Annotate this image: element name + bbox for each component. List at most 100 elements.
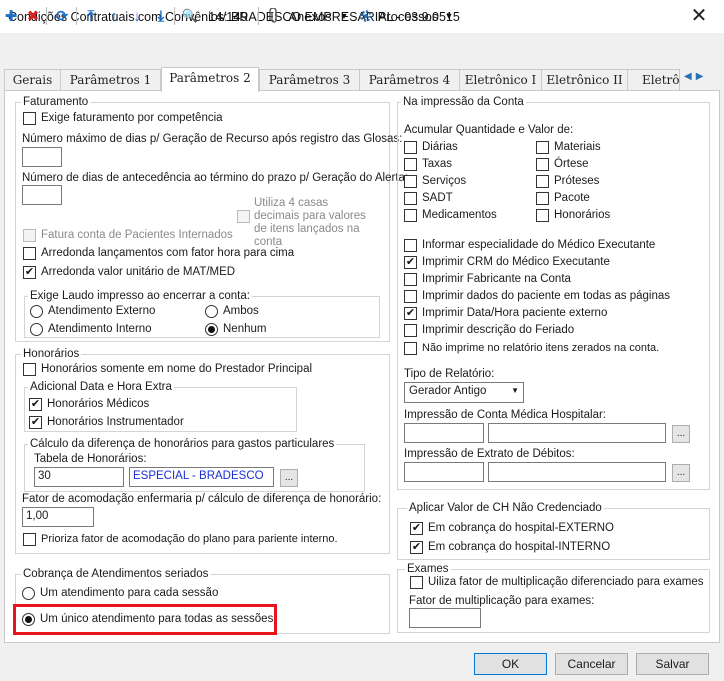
- fabricante-label: Imprimir Fabricante na Conta: [422, 273, 571, 285]
- honorarios-medicos-checkbox[interactable]: ✔: [29, 398, 42, 411]
- exames-fator-checkbox[interactable]: [410, 576, 423, 589]
- medicamentos-label: Medicamentos: [422, 209, 497, 221]
- extrato-code-input[interactable]: [404, 462, 484, 482]
- proteses-checkbox[interactable]: [536, 175, 549, 188]
- fatura-internados-checkbox[interactable]: [23, 229, 36, 242]
- diarias-checkbox[interactable]: [404, 141, 417, 154]
- laudo-nenhum-label: Nenhum: [223, 323, 267, 335]
- competencia-label: Exige faturamento por competência: [41, 112, 223, 124]
- laudo-externo-radio[interactable]: [30, 305, 43, 318]
- fatura-internados-label: Fatura conta de Pacientes Internados: [41, 229, 233, 241]
- laudo-externo-label: Atendimento Externo: [48, 305, 156, 317]
- gear-icon: [358, 4, 374, 28]
- extrato-browse-button[interactable]: ...: [672, 464, 690, 482]
- tab-eletronico-3[interactable]: Eletrôn: [627, 69, 680, 90]
- chevron-down-icon[interactable]: ▼: [443, 4, 455, 28]
- faturamento-title: Faturamento: [21, 96, 91, 108]
- tab-scroll-left-icon[interactable]: ◀: [684, 71, 692, 87]
- ok-button[interactable]: OK: [474, 653, 547, 675]
- next-record-icon[interactable]: ↓: [128, 4, 146, 28]
- laudo-nenhum-radio[interactable]: [205, 323, 218, 336]
- dias-antecedencia-input[interactable]: [22, 185, 62, 205]
- save-button[interactable]: Salvar: [636, 653, 709, 675]
- taxas-checkbox[interactable]: [404, 158, 417, 171]
- honorarios-title: Honorários: [21, 348, 82, 360]
- impressao-title: Na impressão da Conta: [401, 96, 526, 108]
- tipo-relatorio-select[interactable]: Gerador Antigo ▼: [404, 382, 524, 403]
- fator-acomodacao-label: Fator de acomodação enfermaria p/ cálcul…: [22, 493, 382, 505]
- tab-parametros-2[interactable]: Parâmetros 2: [161, 67, 259, 92]
- tabela-nome-input[interactable]: ESPECIAL - BRADESCO: [129, 467, 274, 487]
- delete-icon[interactable]: ✖: [24, 4, 42, 28]
- competencia-checkbox[interactable]: [23, 112, 36, 125]
- tab-parametros-3[interactable]: Parâmetros 3: [259, 69, 360, 90]
- tab-parametros-4[interactable]: Parâmetros 4: [359, 69, 460, 90]
- honorarios-instrumentador-checkbox[interactable]: ✔: [29, 416, 42, 429]
- toolbar-separator: [76, 7, 77, 25]
- toolbar: [0, 33, 724, 65]
- tab-gerais[interactable]: Gerais: [4, 69, 61, 90]
- chevron-down-icon[interactable]: ▼: [338, 4, 350, 28]
- feriado-checkbox[interactable]: [404, 324, 417, 337]
- sadt-checkbox[interactable]: [404, 192, 417, 205]
- first-record-icon[interactable]: ⤒: [82, 4, 100, 28]
- ch-externo-checkbox[interactable]: ✔: [410, 522, 423, 535]
- dados-paciente-checkbox[interactable]: [404, 290, 417, 303]
- toolbar-separator: [46, 7, 47, 25]
- fator-acomodacao-input[interactable]: 1,00: [22, 507, 94, 527]
- dias-antecedencia-label: Número de dias de antecedência ao términ…: [22, 172, 409, 184]
- arredonda-matmed-checkbox[interactable]: ✔: [23, 266, 36, 279]
- tab-scroller: ◀ ▶: [684, 71, 720, 87]
- pacote-checkbox[interactable]: [536, 192, 549, 205]
- tabela-browse-button[interactable]: ...: [280, 469, 298, 487]
- extrato-name-input[interactable]: [488, 462, 666, 482]
- toolbar-separator: [174, 7, 175, 25]
- arredonda-fator-checkbox[interactable]: [23, 247, 36, 260]
- data-hora-checkbox[interactable]: ✔: [404, 307, 417, 320]
- refresh-icon[interactable]: ⟳: [52, 4, 72, 28]
- servicos-checkbox[interactable]: [404, 175, 417, 188]
- laudo-ambos-radio[interactable]: [205, 305, 218, 318]
- honorarios-medicos-label: Honorários Médicos: [47, 398, 150, 410]
- tab-parametros-1[interactable]: Parâmetros 1: [60, 69, 161, 90]
- ch-title: Aplicar Valor de CH Não Credenciado: [407, 502, 604, 514]
- record-counter: 14/149: [208, 8, 248, 24]
- crm-checkbox[interactable]: ✔: [404, 256, 417, 269]
- conta-medica-code-input[interactable]: [404, 423, 484, 443]
- close-button[interactable]: ✕: [684, 5, 714, 27]
- feriado-label: Imprimir descrição do Feriado: [422, 324, 575, 336]
- laudo-title: Exige Laudo impresso ao encerrar a conta…: [28, 290, 252, 302]
- search-icon[interactable]: 🔍: [180, 4, 200, 28]
- exames-fator-input[interactable]: [409, 608, 481, 628]
- nao-imprime-zerados-checkbox[interactable]: [404, 342, 417, 355]
- diarias-label: Diárias: [422, 141, 458, 153]
- honorarios-acumular-checkbox[interactable]: [536, 209, 549, 222]
- materiais-checkbox[interactable]: [536, 141, 549, 154]
- tab-eletronico-2[interactable]: Eletrônico II: [541, 69, 628, 90]
- tabela-codigo-input[interactable]: 30: [34, 467, 124, 487]
- laudo-interno-radio[interactable]: [30, 323, 43, 336]
- medicamentos-checkbox[interactable]: [404, 209, 417, 222]
- prioriza-checkbox[interactable]: [23, 533, 36, 546]
- processes-menu[interactable]: Processos: [377, 4, 439, 28]
- max-dias-input[interactable]: [22, 147, 62, 167]
- conta-medica-name-input[interactable]: [488, 423, 666, 443]
- add-icon[interactable]: ✚: [2, 4, 20, 28]
- fabricante-checkbox[interactable]: [404, 273, 417, 286]
- tabela-label: Tabela de Honorários:: [34, 453, 147, 465]
- cancel-button[interactable]: Cancelar: [555, 653, 628, 675]
- materiais-label: Materiais: [554, 141, 601, 153]
- orteses-checkbox[interactable]: [536, 158, 549, 171]
- somente-prestador-checkbox[interactable]: [23, 363, 36, 376]
- last-record-icon[interactable]: ⤓: [152, 4, 170, 28]
- tab-scroll-right-icon[interactable]: ▶: [696, 71, 704, 87]
- orteses-label: Órtese: [554, 158, 589, 170]
- cobranca-cada-sessao-radio[interactable]: [22, 587, 35, 600]
- previous-record-icon[interactable]: ↑: [105, 4, 123, 28]
- quatro-casas-checkbox[interactable]: [237, 210, 250, 223]
- especialidade-checkbox[interactable]: [404, 239, 417, 252]
- conta-medica-browse-button[interactable]: ...: [672, 425, 690, 443]
- ch-interno-checkbox[interactable]: ✔: [410, 541, 423, 554]
- tab-eletronico-1[interactable]: Eletrônico I: [459, 69, 542, 90]
- attachments-menu[interactable]: Anexos: [286, 4, 334, 28]
